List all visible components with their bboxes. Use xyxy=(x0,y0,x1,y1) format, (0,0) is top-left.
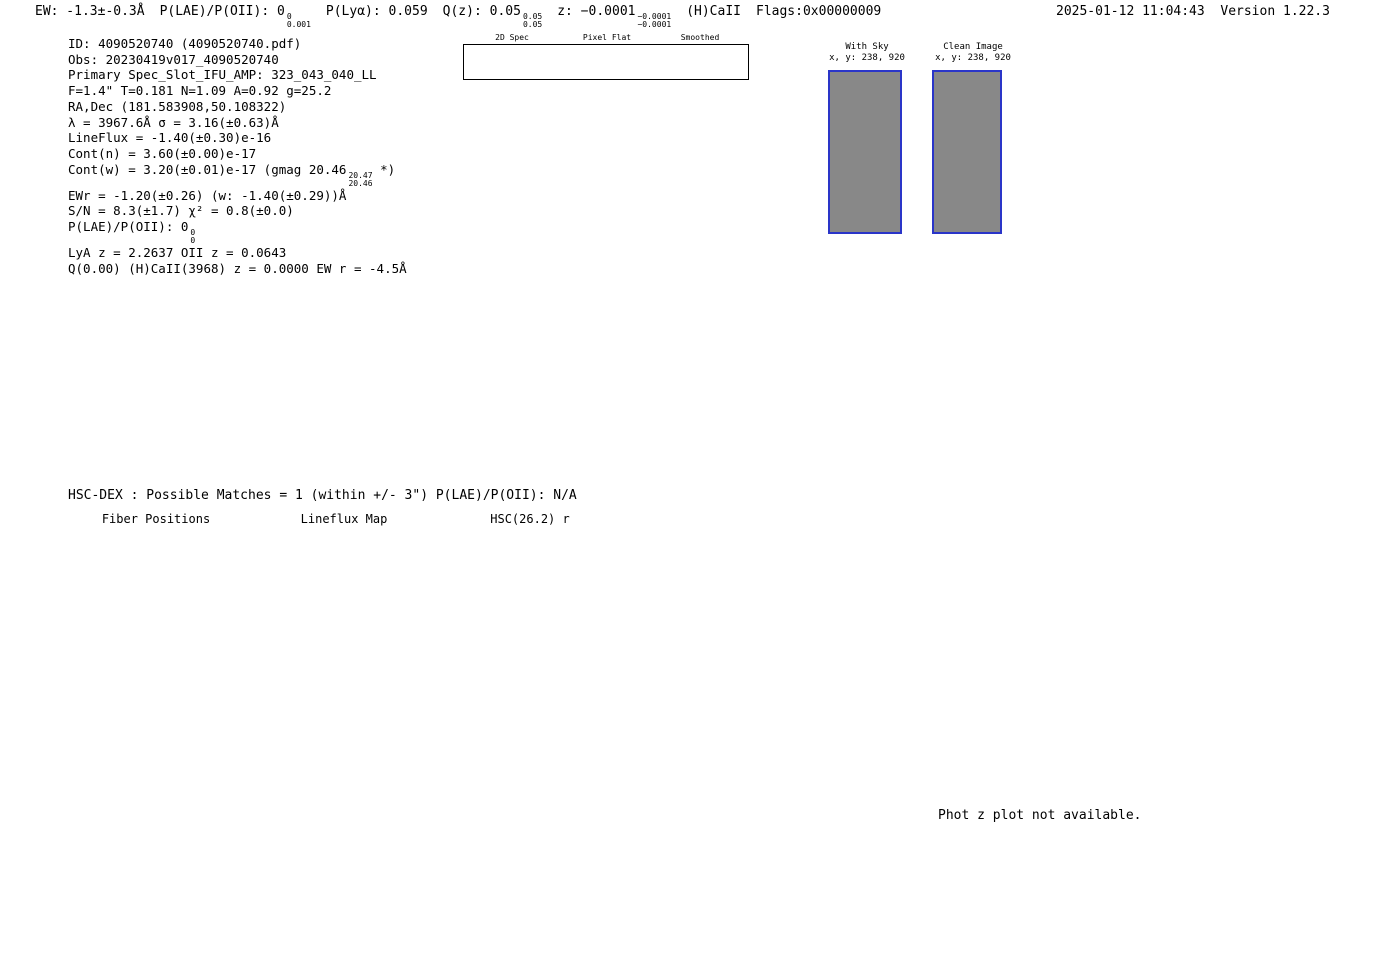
header-segment-text: P(LAE)/P(OII): 0 xyxy=(159,4,285,19)
info-line: Primary Spec_Slot_IFU_AMP: 323_043_040_L… xyxy=(68,67,407,83)
info-line-text: λ = 3967.6Å σ = 3.16(±0.63)Å xyxy=(68,114,279,130)
header-segment: P(LAE)/P(OII): 0 0 0.001 xyxy=(159,4,311,29)
fiber-positions-title: Fiber Positions xyxy=(101,512,211,526)
cutout-column-header: Smoothed xyxy=(680,33,720,42)
header-segment-text: Flags:0x00000009 xyxy=(756,4,882,19)
with-sky-title: With Sky x, y: 238, 920 xyxy=(812,42,922,64)
fiber-positions-panel xyxy=(58,526,233,712)
clean-image-title-text: Clean Image xyxy=(943,42,1003,52)
photz-note: Phot z plot not available. xyxy=(938,808,1142,823)
info-line: λ = 3967.6Å σ = 3.16(±0.63)Å xyxy=(68,115,407,131)
stacked-fraction: −0.0001 −0.0001 xyxy=(637,13,671,29)
info-line-text: Primary Spec_Slot_IFU_AMP: 323_043_040_L… xyxy=(68,67,377,83)
cutout-column-header: Pixel Flat xyxy=(582,33,632,42)
info-line: S/N = 8.3(±1.7) χ² = 0.8(±0.0) xyxy=(68,203,407,219)
header-segment: EW: -1.3±-0.3Å xyxy=(35,4,145,19)
clean-image-xy: x, y: 238, 920 xyxy=(935,53,1011,63)
info-line-text: Cont(n) = 3.60(±0.00)e-17 xyxy=(68,145,257,161)
lineflux-map-title: Lineflux Map xyxy=(300,512,388,526)
fraction-sub: 0 xyxy=(190,236,196,246)
info-line-tail: *) xyxy=(372,161,396,177)
info-line: F=1.4" T=0.181 N=1.09 A=0.92 g=25.2 xyxy=(68,83,407,99)
header-segment: z: −0.0001 −0.0001 −0.0001 xyxy=(557,4,671,29)
info-line: LyA z = 2.2637 OII z = 0.0643 xyxy=(68,245,407,261)
hsc-match-title: HSC-DEX : Possible Matches = 1 (within +… xyxy=(68,488,577,503)
stacked-fraction: 0.05 0.05 xyxy=(523,13,542,29)
fraction-sub: 20.46 xyxy=(348,178,373,188)
info-line-text: Cont(w) = 3.20(±0.01)e-17 (gmag 20.46 xyxy=(68,161,347,177)
header-segment: (H)CaII xyxy=(686,4,741,19)
line-fit-plot xyxy=(1020,45,1325,240)
header-segment-text: P(Lyα): 0.059 xyxy=(325,4,428,19)
clean-image-title: Clean Image x, y: 238, 920 xyxy=(918,42,1028,64)
info-line: RA,Dec (181.583908,50.108322) xyxy=(68,99,407,115)
header-segment-text: z: −0.0001 xyxy=(557,4,636,19)
cutout-row-weighted-sum xyxy=(463,44,749,80)
stacked-fraction: 00 xyxy=(190,229,195,245)
stacked-fraction: 20.47 20.46 xyxy=(348,171,373,188)
with-sky-title-text: With Sky xyxy=(845,42,889,52)
info-block: ID: 4090520740 (4090520740.pdf) Obs: 2023… xyxy=(68,36,407,276)
info-line: EWr = -1.20(±0.26) (w: -1.40(±0.29))Å xyxy=(68,188,407,204)
info-line-text: F=1.4" T=0.181 N=1.09 A=0.92 g=25.2 xyxy=(68,83,332,99)
fraction-sub: 0.001 xyxy=(286,20,311,29)
info-line: P(LAE)/P(OII): 000 xyxy=(68,219,407,245)
clean-image-noise xyxy=(934,72,1000,232)
info-line-text: RA,Dec (181.583908,50.108322) xyxy=(68,98,287,114)
report-version: Version 1.22.3 xyxy=(1220,4,1330,19)
info-line: LineFlux = -1.40(±0.30)e-16 xyxy=(68,130,407,146)
hsc-r-panel xyxy=(432,526,607,712)
header-segment-text: EW: -1.3±-0.3Å xyxy=(35,4,145,19)
full-spectrum-plot xyxy=(80,272,1325,464)
info-line: Cont(n) = 3.60(±0.00)e-17 xyxy=(68,146,407,162)
elixer-report-page: EW: -1.3±-0.3Å P(LAE)/P(OII): 0 0 0.001 P(Ly… xyxy=(0,0,1400,953)
info-line-text: Obs: 20230419v017_4090520740 xyxy=(68,51,279,67)
header-segment: Flags:0x00000009 xyxy=(756,4,881,19)
header-segment-text: (H)CaII xyxy=(686,4,741,19)
with-sky-image xyxy=(828,70,902,234)
header-summary: EW: -1.3±-0.3Å P(LAE)/P(OII): 0 0 0.001 P(Ly… xyxy=(35,4,896,29)
with-sky-xy: x, y: 238, 920 xyxy=(829,53,905,63)
info-line-text: ID: 4090520740 (4090520740.pdf) xyxy=(68,36,302,51)
report-datetime: 2025-01-12 11:04:43 xyxy=(1056,4,1205,19)
clean-image-image xyxy=(932,70,1002,234)
info-line-text: LyA z = 2.2637 OII z = 0.0643 xyxy=(68,245,287,261)
with-sky-noise xyxy=(830,72,900,232)
info-line-text: LineFlux = -1.40(±0.30)e-16 xyxy=(68,130,272,146)
header-segment-text: Q(z): 0.05 xyxy=(442,4,521,19)
header-segment: Q(z): 0.05 0.05 0.05 xyxy=(442,4,543,29)
lineflux-map-panel xyxy=(246,526,421,712)
info-line: Obs: 20230419v017_4090520740 xyxy=(68,52,407,68)
hsc-r-title: HSC(26.2) r xyxy=(490,512,570,526)
header-meta: 2025-01-12 11:04:43 Version 1.22.3 xyxy=(1056,4,1330,19)
info-line-text: EWr = -1.20(±0.26) (w: -1.40(±0.29))Å xyxy=(68,187,347,203)
info-line-text: P(LAE)/P(OII): 0 xyxy=(68,219,189,235)
info-line-text: S/N = 8.3(±1.7) χ² = 0.8(±0.0) xyxy=(68,203,294,219)
cutout-column-header: 2D Spec xyxy=(495,33,529,42)
header-segment: P(Lyα): 0.059 xyxy=(326,4,428,19)
info-line: ID: 4090520740 (4090520740.pdf) xyxy=(68,36,407,52)
info-line: Cont(w) = 3.20(±0.01)e-17 (gmag 20.46 20.… xyxy=(68,162,407,188)
spec-cutouts: 2D Spec Pixel Flat Smoothed xyxy=(420,28,840,258)
stacked-fraction: 0 0.001 xyxy=(287,13,311,29)
